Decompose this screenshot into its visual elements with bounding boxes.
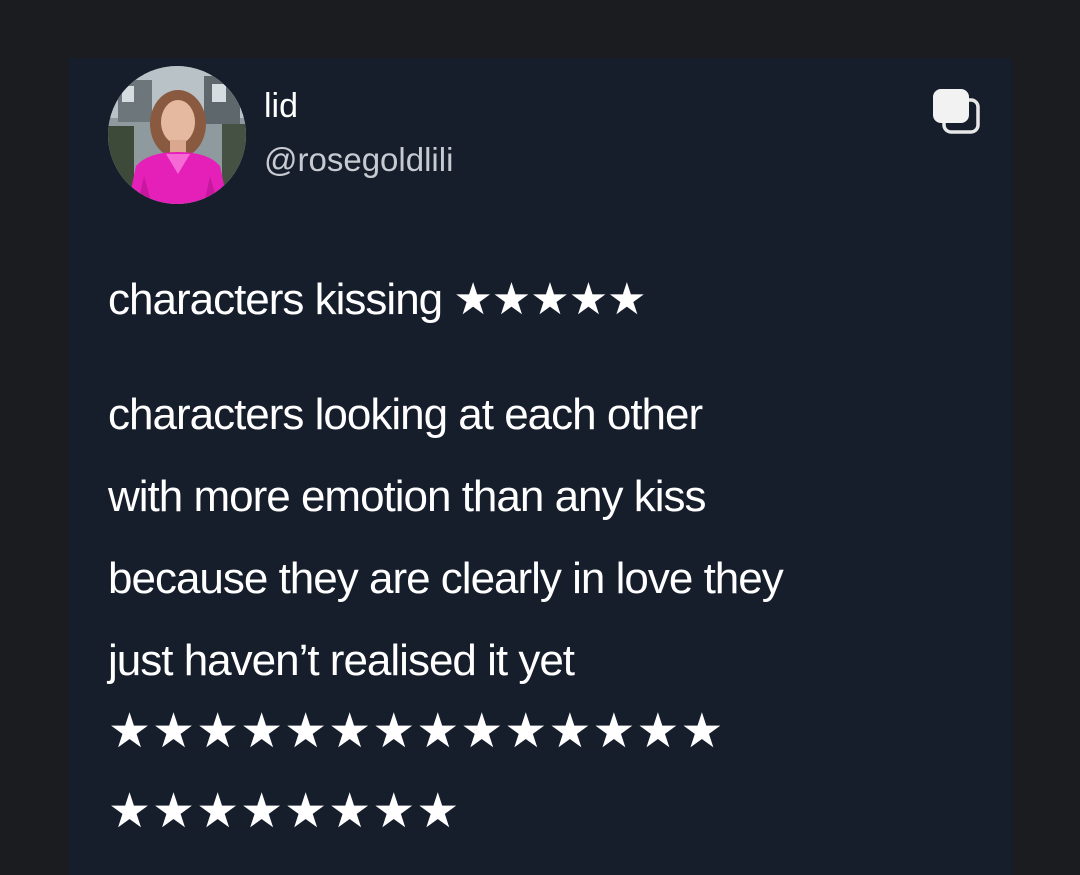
tweet-body-line: characters looking at each other [108, 390, 703, 439]
avatar-photo [108, 66, 246, 204]
author-name[interactable]: lid [264, 86, 298, 126]
tweet-body-line: with more emotion than any kiss [108, 472, 707, 521]
tweet-card: lid @rosegoldlili characters kissing ★★★… [68, 58, 1012, 875]
author-handle[interactable]: @rosegoldlili [264, 140, 453, 180]
screenshot-frame: lid @rosegoldlili characters kissing ★★★… [0, 0, 1080, 875]
tweet-body: characters looking at each other with mo… [108, 374, 784, 702]
tweet-body-line: just haven’t realised it yet [108, 636, 575, 685]
star-rating-row: ★★★★★★★★ [108, 783, 461, 839]
tweet-first-line: characters kissing ★★★★★ [108, 275, 647, 324]
tweet-body-line: because they are clearly in love they [108, 554, 784, 603]
avatar[interactable] [108, 66, 246, 204]
star-rating-row: ★★★★★★★★★★★★★★ [108, 703, 725, 759]
copy-icon[interactable] [932, 88, 982, 136]
